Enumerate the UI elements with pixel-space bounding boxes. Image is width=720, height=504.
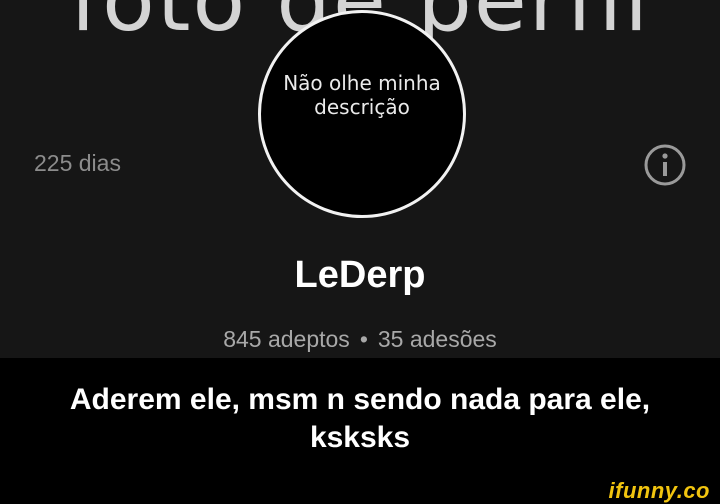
username: LeDerp [294, 254, 426, 296]
caption: Aderem ele, msm n sendo nada para ele, k… [0, 381, 720, 457]
joins-count[interactable]: 35 adesões [378, 326, 497, 352]
avatar-text-line2: descrição [314, 95, 410, 119]
avatar[interactable]: Não olhe minha descrição [258, 10, 466, 218]
stats-separator: • [359, 326, 368, 352]
profile-panel: foto de perfil 225 dias Não olhe minha d… [0, 0, 720, 358]
profile-stats: 845 adeptos • 35 adesões [0, 326, 720, 353]
ifunny-watermark: ifunny.co [608, 478, 710, 503]
avatar-text-line1: Não olhe minha [283, 71, 441, 95]
caption-line1: Aderem ele, msm n sendo nada para ele, [69, 383, 651, 416]
caption-line2: ksksks [309, 421, 411, 454]
info-icon[interactable] [643, 143, 687, 187]
followers-count[interactable]: 845 adeptos [223, 326, 350, 352]
avatar-text: Não olhe minha descrição [261, 71, 463, 119]
days-label: 225 dias [34, 150, 121, 176]
